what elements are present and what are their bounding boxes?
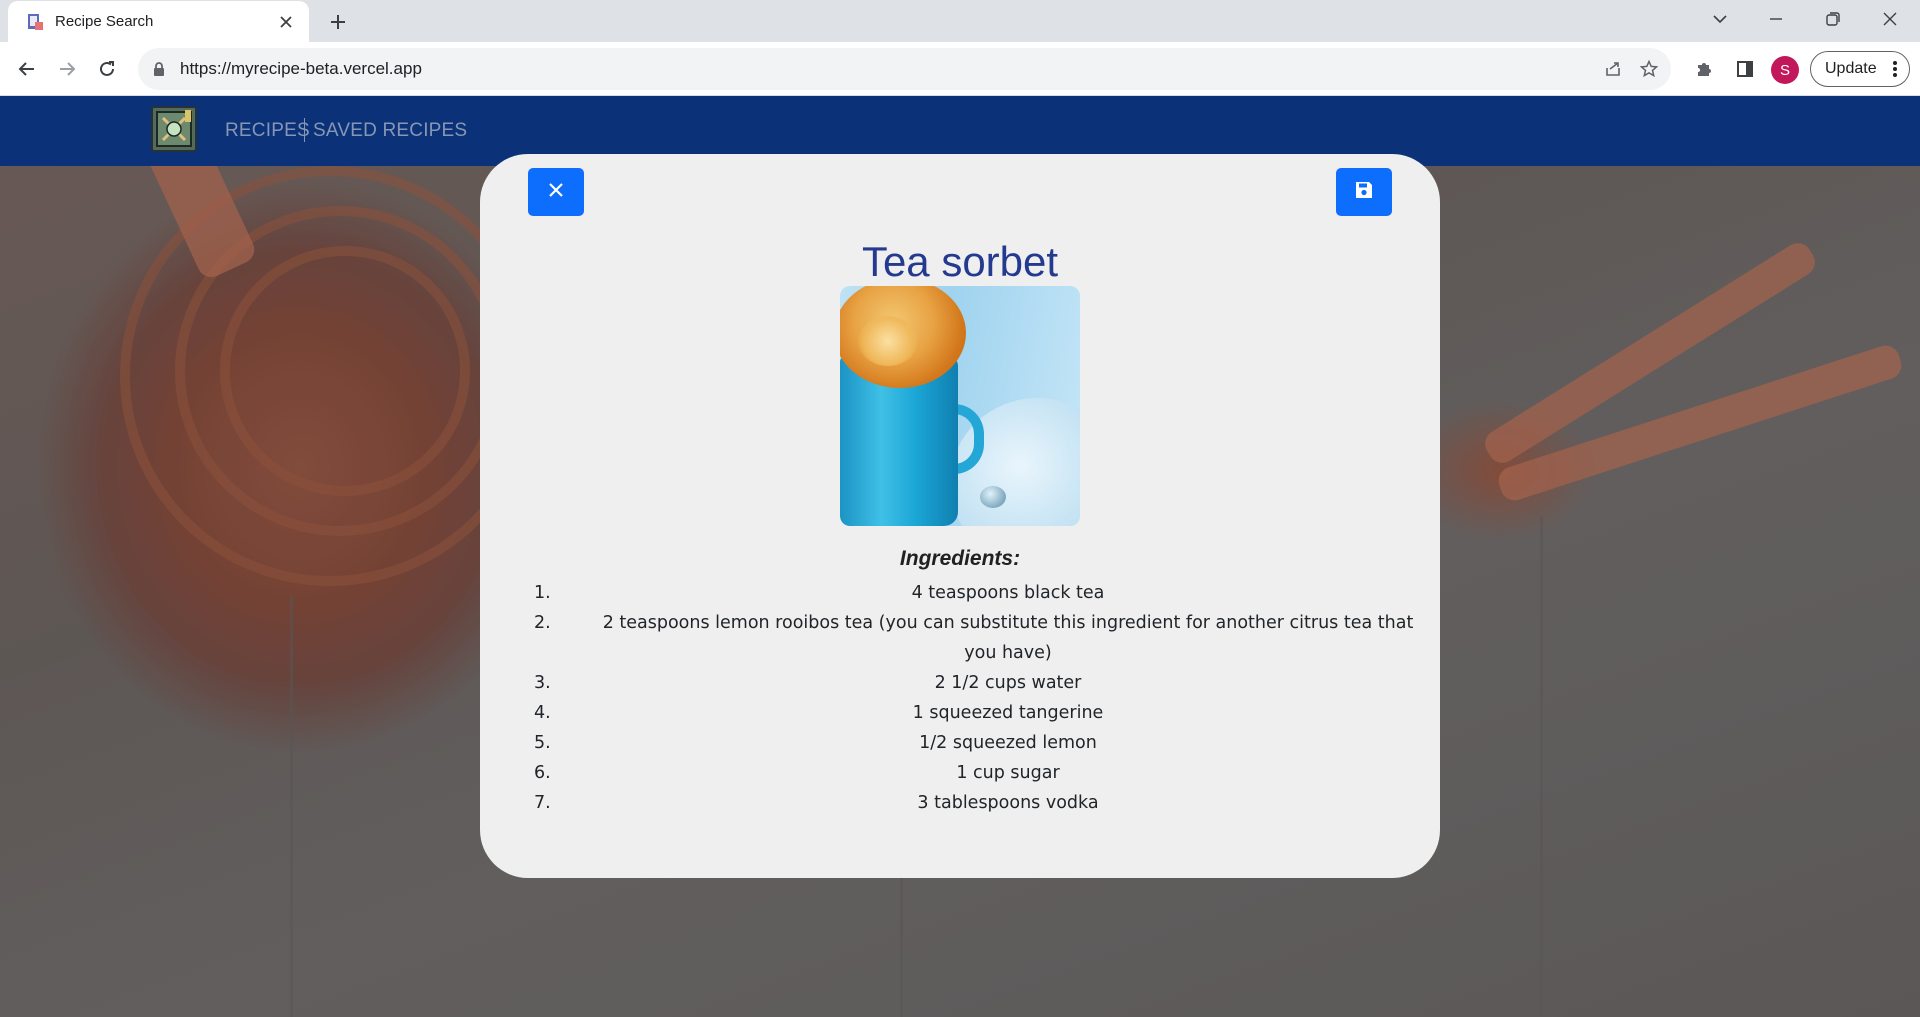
ingredient-item: 6. 1 cup sugar [530, 758, 1430, 788]
ingredient-text: 1/2 squeezed lemon [919, 733, 1097, 753]
recipe-title: Tea sorbet [861, 238, 1059, 285]
ingredient-number: 2. [534, 613, 551, 633]
share-icon[interactable] [1595, 51, 1631, 87]
nav-link-recipes[interactable]: RECIPES [225, 120, 310, 142]
browser-toolbar: https://myrecipe-beta.vercel.app S Updat… [0, 42, 1920, 96]
minimize-icon[interactable] [1748, 0, 1804, 38]
ingredient-text: 1 cup sugar [956, 763, 1060, 783]
restore-icon[interactable] [1805, 0, 1861, 38]
ingredient-number: 3. [534, 673, 551, 693]
ingredient-item: 5. 1/2 squeezed lemon [530, 728, 1430, 758]
ingredient-number: 6. [534, 763, 551, 783]
brand-logo[interactable] [151, 106, 197, 152]
floppy-disk-icon [1354, 180, 1374, 205]
close-button[interactable] [528, 168, 584, 216]
ingredient-item: 4. 1 squeezed tangerine [530, 698, 1430, 728]
recipe-favicon-icon [25, 12, 45, 32]
close-icon [548, 182, 564, 203]
ingredient-item: 2. 2 teaspoons lemon rooibos tea (you ca… [530, 608, 1430, 668]
window-close-icon[interactable] [1862, 0, 1918, 38]
back-arrow-icon[interactable] [10, 52, 44, 86]
ingredient-item: 1. 4 teaspoons black tea [530, 578, 1430, 608]
update-button[interactable]: Update [1810, 51, 1910, 87]
ingredient-number: 7. [534, 793, 551, 813]
nav-divider [304, 118, 305, 142]
address-bar[interactable]: https://myrecipe-beta.vercel.app [138, 48, 1671, 90]
ingredient-number: 1. [534, 583, 551, 603]
lock-icon [152, 61, 166, 77]
ingredient-text: 3 tablespoons vodka [917, 793, 1099, 813]
page-viewport: RECIPES SAVED RECIPES Tea sorbet Ingredi… [0, 96, 1920, 1017]
browser-tabstrip: Recipe Search [0, 0, 1920, 42]
ingredient-text: 2 teaspoons lemon rooibos tea (you can s… [602, 613, 1414, 663]
browser-tab[interactable]: Recipe Search [8, 1, 309, 42]
reload-icon[interactable] [90, 52, 124, 86]
ingredient-text: 4 teaspoons black tea [911, 583, 1105, 603]
ingredient-text: 1 squeezed tangerine [912, 703, 1104, 723]
ingredient-number: 4. [534, 703, 551, 723]
ingredient-number: 5. [534, 733, 551, 753]
bookmark-star-icon[interactable] [1631, 51, 1667, 87]
profile-avatar[interactable]: S [1771, 56, 1799, 84]
save-recipe-button[interactable] [1336, 168, 1392, 216]
recipe-modal: Tea sorbet Ingredients: 1. 4 teaspoons b… [480, 154, 1440, 878]
tab-title: Recipe Search [55, 13, 154, 30]
ingredients-list: 1. 4 teaspoons black tea 2. 2 teaspoons … [530, 578, 1430, 818]
ingredients-heading: Ingredients: [899, 547, 1021, 570]
side-panel-icon[interactable] [1728, 52, 1762, 86]
recipe-image [840, 286, 1080, 526]
update-label: Update [1825, 60, 1877, 77]
tab-search-chevron-icon[interactable] [1692, 0, 1748, 38]
url-text: https://myrecipe-beta.vercel.app [180, 59, 422, 78]
ingredient-item: 7. 3 tablespoons vodka [530, 788, 1430, 818]
extensions-puzzle-icon[interactable] [1687, 52, 1721, 86]
ingredient-item: 3. 2 1/2 cups water [530, 668, 1430, 698]
new-tab-icon[interactable] [323, 8, 353, 36]
ingredient-text: 2 1/2 cups water [934, 673, 1082, 693]
menu-dots-icon [1893, 61, 1897, 77]
nav-link-saved-recipes[interactable]: SAVED RECIPES [313, 120, 467, 142]
tab-close-icon[interactable] [275, 11, 297, 33]
forward-arrow-icon[interactable] [50, 52, 84, 86]
